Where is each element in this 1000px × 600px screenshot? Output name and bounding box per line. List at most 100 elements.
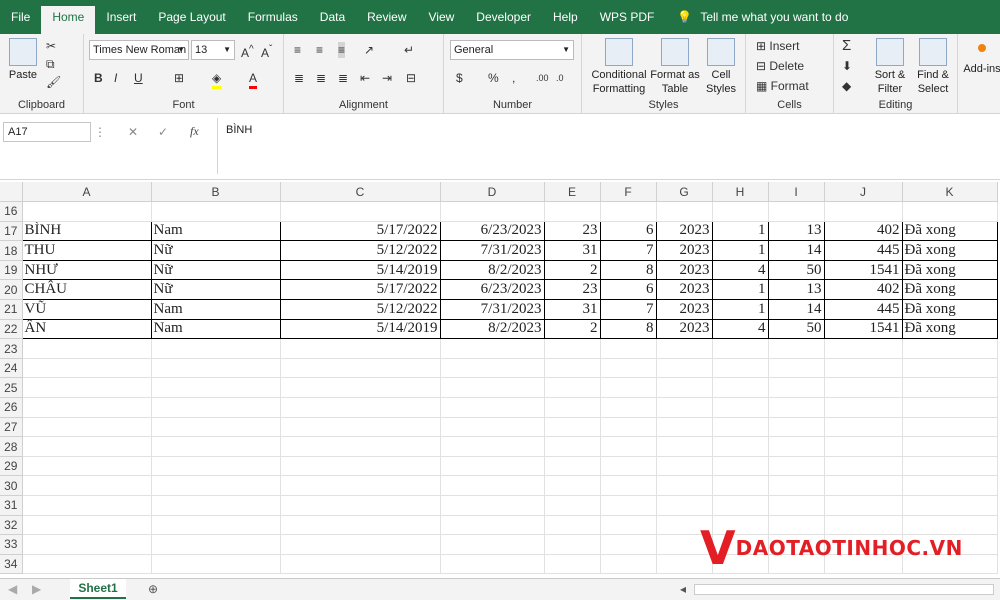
cell-c30[interactable] [280, 475, 441, 496]
cell-d16[interactable] [440, 201, 545, 222]
row-header[interactable]: 18 [0, 240, 23, 261]
cell-f30[interactable] [600, 475, 657, 496]
cell-e17[interactable]: 23 [543, 220, 601, 242]
row-header[interactable]: 32 [0, 515, 23, 536]
cell-d17[interactable]: 6/23/2023 [439, 220, 545, 242]
tab-formulas[interactable]: Formulas [237, 3, 309, 31]
cell-h20[interactable]: 1 [711, 279, 769, 301]
cell-c31[interactable] [280, 495, 441, 516]
cell-d23[interactable] [440, 338, 545, 359]
cell-d18[interactable]: 7/31/2023 [439, 240, 545, 261]
format-cells-button[interactable]: ▦ Format [756, 78, 809, 94]
decrease-indent-icon[interactable]: ⇤ [360, 70, 370, 86]
cell-k22[interactable]: Đã xong [901, 318, 998, 340]
align-left-icon[interactable]: ≣ [294, 70, 304, 86]
decrease-font-icon[interactable]: Aˇ [261, 42, 272, 61]
cell-f18[interactable]: 7 [599, 240, 657, 261]
cell-e20[interactable]: 23 [543, 279, 601, 301]
cell-e32[interactable] [544, 515, 601, 536]
cell-d33[interactable] [440, 534, 545, 555]
column-header-i[interactable]: I [768, 182, 825, 203]
cell-d31[interactable] [440, 495, 545, 516]
cell-k16[interactable] [902, 201, 998, 222]
cell-k25[interactable] [902, 377, 998, 399]
cell-d21[interactable]: 7/31/2023 [439, 299, 545, 320]
cell-k21[interactable]: Đã xong [901, 299, 998, 320]
cell-f17[interactable]: 6 [599, 220, 657, 242]
cell-d29[interactable] [440, 456, 545, 477]
middle-align-icon[interactable]: ≡ [316, 42, 323, 58]
cell-e29[interactable] [544, 456, 601, 477]
sheet-tab-sheet1[interactable]: Sheet1 [70, 579, 126, 599]
cell-k31[interactable] [902, 495, 998, 516]
increase-font-icon[interactable]: A^ [241, 42, 254, 61]
row-header[interactable]: 21 [0, 299, 23, 320]
cell-b19[interactable]: Nữ [150, 259, 281, 281]
cell-e18[interactable]: 31 [543, 240, 601, 261]
cell-b25[interactable] [151, 377, 281, 399]
fill-color-icon[interactable]: ◈ [212, 70, 222, 89]
comma-icon[interactable]: , [512, 70, 515, 86]
decrease-decimal-icon[interactable]: .0 [556, 70, 564, 86]
cell-e23[interactable] [544, 338, 601, 359]
cell-e34[interactable] [544, 554, 601, 575]
cell-j17[interactable]: 402 [823, 220, 903, 242]
column-header-k[interactable]: K [902, 182, 998, 203]
row-header[interactable]: 22 [0, 319, 23, 340]
cell-i26[interactable] [768, 397, 825, 418]
tab-data[interactable]: Data [309, 3, 356, 31]
add-sheet-icon[interactable]: ⊕ [148, 581, 158, 597]
cell-j31[interactable] [824, 495, 903, 516]
row-header[interactable]: 28 [0, 436, 23, 457]
cell-a17[interactable]: BÌNH [21, 220, 152, 242]
cell-c20[interactable]: 5/17/2022 [279, 279, 441, 301]
column-header-b[interactable]: B [151, 182, 281, 203]
cell-g20[interactable]: 2023 [655, 279, 713, 301]
cell-c29[interactable] [280, 456, 441, 477]
cell-g22[interactable]: 2023 [655, 318, 713, 340]
currency-icon[interactable]: $ [456, 70, 463, 86]
cell-h23[interactable] [712, 338, 769, 359]
format-as-table-button[interactable]: Format as Table [650, 38, 700, 96]
cell-b30[interactable] [151, 475, 281, 496]
cell-a23[interactable] [22, 338, 152, 359]
cell-c18[interactable]: 5/12/2022 [279, 240, 441, 261]
cell-c32[interactable] [280, 515, 441, 536]
cell-j30[interactable] [824, 475, 903, 496]
cell-k24[interactable] [902, 358, 998, 379]
column-header-h[interactable]: H [712, 182, 769, 203]
cell-d22[interactable]: 8/2/2023 [439, 318, 545, 340]
cell-c26[interactable] [280, 397, 441, 418]
cell-styles-button[interactable]: Cell Styles [700, 38, 742, 96]
cell-h24[interactable] [712, 358, 769, 379]
cell-e22[interactable]: 2 [543, 318, 601, 340]
insert-function-icon[interactable]: fx [190, 123, 199, 139]
column-header-f[interactable]: F [600, 182, 657, 203]
cell-g28[interactable] [656, 436, 713, 457]
cell-b17[interactable]: Nam [150, 220, 281, 242]
cell-e19[interactable]: 2 [543, 259, 601, 281]
cell-h18[interactable]: 1 [711, 240, 769, 261]
row-header[interactable]: 19 [0, 260, 23, 281]
cell-h22[interactable]: 4 [711, 318, 769, 340]
cell-h25[interactable] [712, 377, 769, 399]
tab-review[interactable]: Review [356, 3, 417, 31]
cell-e31[interactable] [544, 495, 601, 516]
cell-b31[interactable] [151, 495, 281, 516]
cell-c22[interactable]: 5/14/2019 [279, 318, 441, 340]
cell-i21[interactable]: 14 [767, 299, 825, 320]
cell-j29[interactable] [824, 456, 903, 477]
formula-input[interactable]: BÌNH [217, 118, 1000, 174]
cell-d24[interactable] [440, 358, 545, 379]
column-header-c[interactable]: C [280, 182, 441, 203]
cell-i22[interactable]: 50 [767, 318, 825, 340]
borders-icon[interactable]: ⊞ [174, 70, 184, 86]
cell-i31[interactable] [768, 495, 825, 516]
cell-f21[interactable]: 7 [599, 299, 657, 320]
row-header[interactable]: 17 [0, 221, 23, 242]
cell-e21[interactable]: 31 [543, 299, 601, 320]
cell-i27[interactable] [768, 417, 825, 438]
cell-b29[interactable] [151, 456, 281, 477]
cell-h31[interactable] [712, 495, 769, 516]
cell-a21[interactable]: VŨ [21, 299, 152, 320]
